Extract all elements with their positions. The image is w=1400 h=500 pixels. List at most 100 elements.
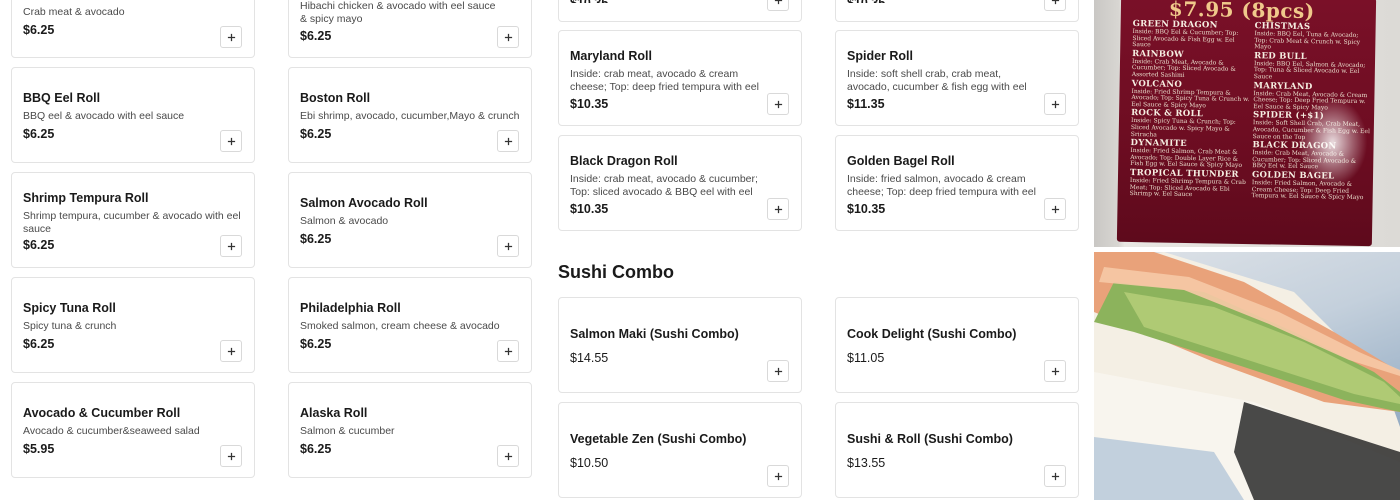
- plus-icon: [504, 452, 512, 460]
- menu-item-card[interactable]: Cook Delight (Sushi Combo) $11.05: [835, 297, 1079, 393]
- item-name: Avocado & Cucumber Roll: [23, 406, 181, 420]
- item-price: $6.25: [23, 23, 55, 37]
- menu-board-item: VOLCANO Inside: Fried Shrimp Tempura & Av…: [1131, 78, 1250, 110]
- plus-icon: [227, 33, 235, 41]
- menu-board-item: CHISTMAS Inside: BBQ Eel, Tuna & Avocado;…: [1254, 21, 1361, 51]
- item-name: Maryland Roll: [570, 49, 652, 63]
- add-item-button[interactable]: [767, 93, 789, 115]
- menu-item-card[interactable]: Philadelphia Roll Smoked salmon, cream c…: [288, 277, 532, 373]
- add-item-button[interactable]: [497, 340, 519, 362]
- item-description: Smoked salmon, cream cheese & avocado: [300, 320, 500, 332]
- menu-item-card[interactable]: Vegetable Zen (Sushi Combo) $10.50: [558, 402, 802, 498]
- item-description: Spicy tuna & crunch: [23, 320, 117, 332]
- plus-icon: [774, 367, 782, 375]
- menu-item-card[interactable]: Spider Roll Inside: soft shell crab, cra…: [835, 30, 1079, 126]
- menu-board: $7.95 (8pcs) GREEN DRAGON Inside: BBQ Eel…: [1116, 0, 1377, 247]
- add-item-button[interactable]: [220, 235, 242, 257]
- item-price: $11.35: [847, 97, 885, 111]
- add-item-button[interactable]: [1044, 198, 1066, 220]
- item-name: Shrimp Tempura Roll: [23, 191, 149, 205]
- item-description: Crab meat & avocado: [23, 6, 125, 18]
- add-item-button[interactable]: [497, 445, 519, 467]
- add-item-button[interactable]: [1044, 0, 1066, 11]
- item-price: $14.55: [570, 351, 609, 365]
- item-price: $6.25: [23, 238, 55, 252]
- item-price: $10.35: [570, 0, 609, 10]
- add-item-button[interactable]: [767, 0, 789, 11]
- add-item-button[interactable]: [497, 130, 519, 152]
- plus-icon: [1051, 472, 1059, 480]
- menu-board-item: ROCK & ROLL Inside: Spicy Tuna & Crunch; …: [1130, 108, 1236, 138]
- menu-item-card[interactable]: BBQ Eel Roll BBQ eel & avocado with eel …: [11, 67, 255, 163]
- add-item-button[interactable]: [767, 465, 789, 487]
- menu-item-card[interactable]: $10.35: [558, 0, 802, 22]
- item-price: $10.35: [847, 0, 886, 10]
- add-item-button[interactable]: [220, 445, 242, 467]
- add-item-button[interactable]: [1044, 465, 1066, 487]
- item-description: Inside: crab meat, avocado & cream chees…: [570, 68, 759, 93]
- section-title-sushi-combo: Sushi Combo: [558, 262, 674, 282]
- plus-icon: [1051, 367, 1059, 375]
- add-item-button[interactable]: [1044, 360, 1066, 382]
- item-name: Golden Bagel Roll: [847, 154, 955, 168]
- menu-board-item: TROPICAL THUNDER Inside: Fried Shrimp Tem…: [1129, 167, 1246, 199]
- item-name: Spider Roll: [847, 49, 913, 63]
- menu-item-card[interactable]: Salmon Avocado Roll Salmon & avocado $6.…: [288, 172, 532, 268]
- plus-icon: [227, 242, 235, 250]
- menu-item-card[interactable]: Salmon Maki (Sushi Combo) $14.55: [558, 297, 802, 393]
- plus-icon: [774, 205, 782, 213]
- item-name: Spicy Tuna Roll: [23, 301, 116, 315]
- menu-board-item: DYNAMITE Inside: Fried Salmon, Crab Meat …: [1130, 138, 1243, 170]
- item-name: Salmon Avocado Roll: [300, 196, 428, 210]
- add-item-button[interactable]: [1044, 93, 1066, 115]
- menu-board-photo: $7.95 (8pcs) GREEN DRAGON Inside: BBQ Eel…: [1094, 0, 1400, 247]
- plus-icon: [227, 452, 235, 460]
- add-item-button[interactable]: [220, 340, 242, 362]
- sushi-roll-image: [1094, 252, 1400, 500]
- menu-item-card[interactable]: Crab meat & avocado $6.25: [11, 0, 255, 58]
- plus-icon: [504, 137, 512, 145]
- menu-board-item: RAINBOW Inside: Crab Meat, Avocado & Cucu…: [1131, 48, 1236, 79]
- add-item-button[interactable]: [767, 360, 789, 382]
- add-item-button[interactable]: [220, 130, 242, 152]
- item-description: Ebi shrimp, avocado, cucumber,Mayo & cru…: [300, 110, 520, 122]
- item-price: $11.05: [847, 351, 885, 365]
- add-item-button[interactable]: [220, 26, 242, 48]
- item-description: Salmon & cucumber: [300, 425, 395, 437]
- sushi-roll-photo: [1094, 252, 1400, 500]
- add-item-button[interactable]: [767, 198, 789, 220]
- item-description: BBQ eel & avocado with eel sauce: [23, 110, 185, 122]
- menu-item-card[interactable]: Black Dragon Roll Inside: crab meat, avo…: [558, 135, 802, 231]
- menu-item-card[interactable]: Maryland Roll Inside: crab meat, avocado…: [558, 30, 802, 126]
- item-price: $6.25: [300, 232, 332, 246]
- item-name: Black Dragon Roll: [570, 154, 678, 168]
- menu-item-card[interactable]: Spicy Tuna Roll Spicy tuna & crunch $6.2…: [11, 277, 255, 373]
- plus-icon: [774, 100, 782, 108]
- menu-item-card[interactable]: Sushi & Roll (Sushi Combo) $13.55: [835, 402, 1079, 498]
- item-price: $6.25: [300, 127, 332, 141]
- plus-icon: [1051, 205, 1059, 213]
- item-price: $10.35: [570, 202, 609, 216]
- menu-item-card[interactable]: Golden Bagel Roll Inside: fried salmon, …: [835, 135, 1079, 231]
- add-item-button[interactable]: [497, 235, 519, 257]
- plus-icon: [1051, 0, 1059, 4]
- plus-icon: [1051, 100, 1059, 108]
- item-name: Sushi & Roll (Sushi Combo): [847, 432, 1013, 446]
- plus-icon: [504, 242, 512, 250]
- item-description: Shrimp tempura, cucumber & avocado with …: [23, 210, 241, 235]
- menu-board-item: RED BULL Inside: BBQ Eel, Salmon & Avocad…: [1253, 50, 1366, 81]
- menu-item-card[interactable]: Alaska Roll Salmon & cucumber $6.25: [288, 382, 532, 478]
- add-item-button[interactable]: [497, 26, 519, 48]
- menu-item-card[interactable]: Avocado & Cucumber Roll Avocado & cucumb…: [11, 382, 255, 478]
- item-price: $6.25: [300, 337, 332, 351]
- menu-item-card[interactable]: Hibachi chicken & avocado with eel sauce…: [288, 0, 532, 58]
- item-description: Salmon & avocado: [300, 215, 389, 227]
- item-price: $10.35: [570, 97, 609, 111]
- menu-item-card[interactable]: $10.35: [835, 0, 1079, 22]
- menu-item-card[interactable]: Boston Roll Ebi shrimp, avocado, cucumbe…: [288, 67, 532, 163]
- item-name: BBQ Eel Roll: [23, 91, 101, 105]
- item-price: $6.25: [300, 442, 332, 456]
- menu-item-card[interactable]: Shrimp Tempura Roll Shrimp tempura, cucu…: [11, 172, 255, 268]
- item-description: Hibachi chicken & avocado with eel sauce…: [300, 0, 496, 25]
- item-name: Boston Roll: [300, 91, 371, 105]
